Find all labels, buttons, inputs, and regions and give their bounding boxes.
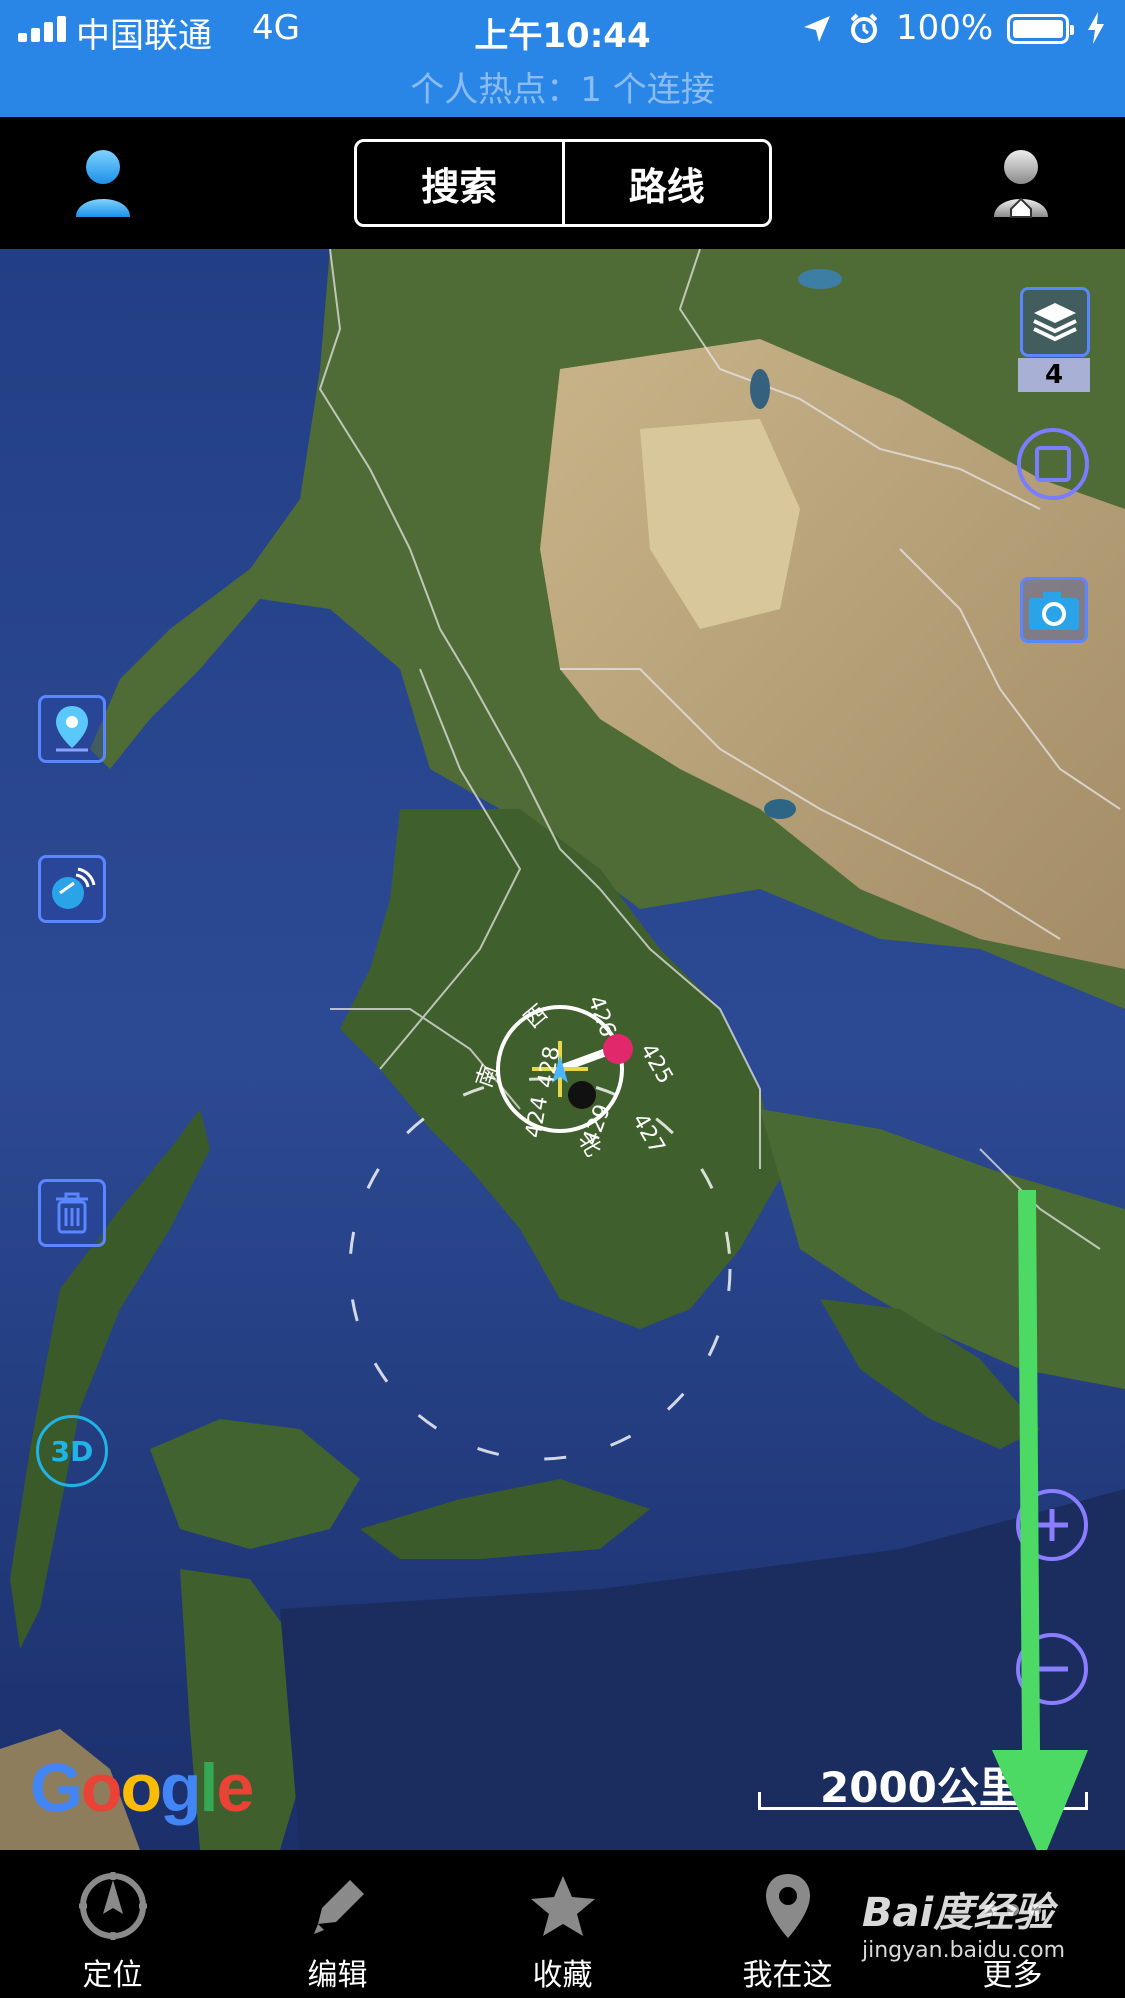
tab-label: 我在这 <box>742 1958 833 1993</box>
3d-toggle-button[interactable]: 3D <box>36 1415 108 1487</box>
compass-label-425: 425 <box>635 1040 678 1089</box>
layers-icon <box>1033 303 1077 342</box>
satellite-map[interactable]: 西 南 北 426 425 427 429 424 428 4 3D Googl… <box>0 249 1125 1850</box>
pencil-icon <box>313 1880 364 1934</box>
location-pin-icon <box>56 706 88 752</box>
annotation-arrow-icon <box>992 1190 1088 1862</box>
square-icon <box>1035 446 1071 482</box>
watermark-main: Bai度经验 <box>862 1890 1054 1936</box>
tab-locate[interactable]: 定位 <box>0 1850 225 1998</box>
tab-label: 收藏 <box>532 1958 593 1993</box>
compass-label-427: 427 <box>627 1110 670 1159</box>
layers-button[interactable] <box>1020 287 1090 357</box>
location-pin-button[interactable] <box>38 695 106 763</box>
3d-icon: 3D <box>51 1435 94 1468</box>
route-tab[interactable]: 路线 <box>561 142 770 224</box>
google-attribution: Google <box>30 1750 254 1826</box>
status-bar: 中国联通 4G 上午10:44 100% 个人热点：1 个连接 <box>0 0 1125 117</box>
watermark-sub: jingyan.baidu.com <box>862 1938 1066 1963</box>
baidu-watermark: Bai度经验 jingyan.baidu.com <box>862 1880 1065 1963</box>
compass-label-426: 426 <box>582 993 620 1041</box>
tab-label: 定位 <box>82 1958 143 1993</box>
svg-text:3D: 3D <box>51 1435 94 1468</box>
tab-label: 编辑 <box>307 1958 368 1993</box>
user-icon[interactable] <box>72 147 134 219</box>
pin-icon <box>765 1874 810 1938</box>
alarm-icon <box>850 13 878 43</box>
hotspot-banner[interactable]: 个人热点：1 个连接 <box>0 62 1125 111</box>
compass-label-424: 424 <box>521 1094 553 1140</box>
compass-marker[interactable]: 西 南 北 426 425 427 429 424 428 <box>470 969 690 1169</box>
compass-icon <box>78 1872 147 1940</box>
delete-button[interactable] <box>38 1179 106 1247</box>
radar-button[interactable] <box>38 855 106 923</box>
tab-edit[interactable]: 编辑 <box>225 1850 450 1998</box>
compass-west-label: 西 <box>520 1000 553 1033</box>
camera-icon <box>1029 592 1079 630</box>
battery-icon <box>1007 14 1074 44</box>
location-arrow-icon <box>804 16 830 42</box>
search-tab[interactable]: 搜索 <box>357 142 562 224</box>
square-button[interactable] <box>1017 428 1089 500</box>
radar-icon <box>52 867 96 909</box>
search-route-toggle: 搜索 路线 <box>354 139 772 227</box>
camera-button[interactable] <box>1020 577 1088 643</box>
star-icon <box>530 1876 595 1936</box>
layer-count-badge: 4 <box>1018 358 1090 392</box>
battery-percentage: 100% <box>896 8 994 48</box>
home-profile-icon[interactable] <box>990 147 1052 219</box>
trash-icon <box>56 1192 88 1234</box>
top-nav: 搜索 路线 <box>0 117 1125 249</box>
charging-bolt-icon <box>1088 12 1104 44</box>
tab-favorites[interactable]: 收藏 <box>450 1850 675 1998</box>
